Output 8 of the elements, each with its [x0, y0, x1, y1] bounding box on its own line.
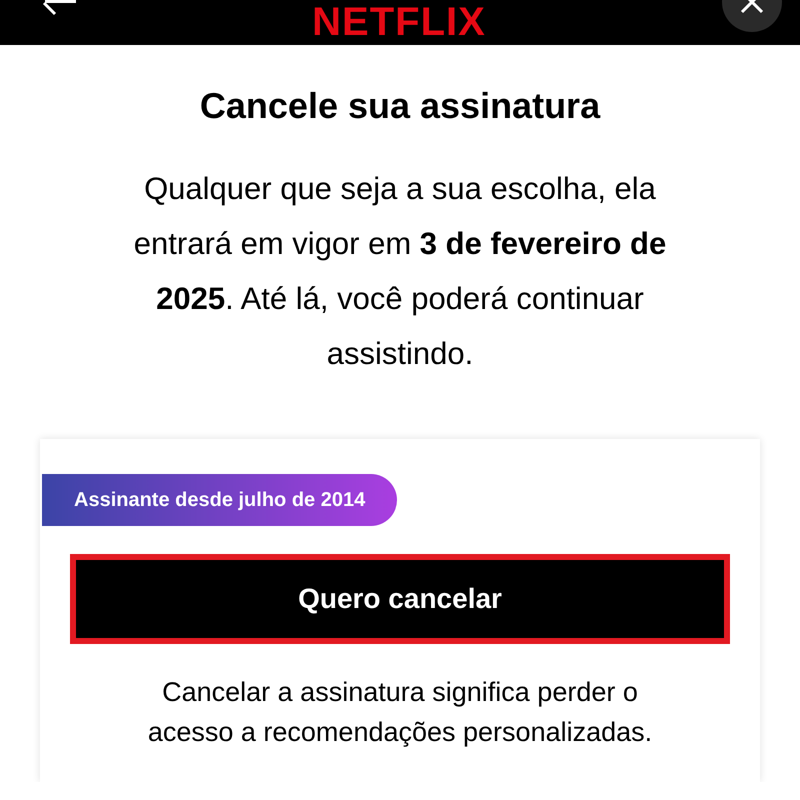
- back-arrow-icon: [42, 0, 76, 16]
- logo: NETFLIX: [312, 2, 486, 42]
- back-button[interactable]: [42, 0, 76, 16]
- cancel-button[interactable]: Quero cancelar: [70, 554, 730, 644]
- page-title: Cancele sua assinatura: [198, 85, 602, 127]
- member-since-badge: Assinante desde julho de 2014: [42, 474, 398, 526]
- intro-text: Qualquer que seja a sua escolha, ela entrará em vigor em 3 de fevereiro de 2025. Até lá, você poderá continuar assistindo.: [132, 170, 668, 373]
- cancel-note: Cancelar a assinatura significa perder o acesso a recomendações personalizadas.: [146, 676, 654, 749]
